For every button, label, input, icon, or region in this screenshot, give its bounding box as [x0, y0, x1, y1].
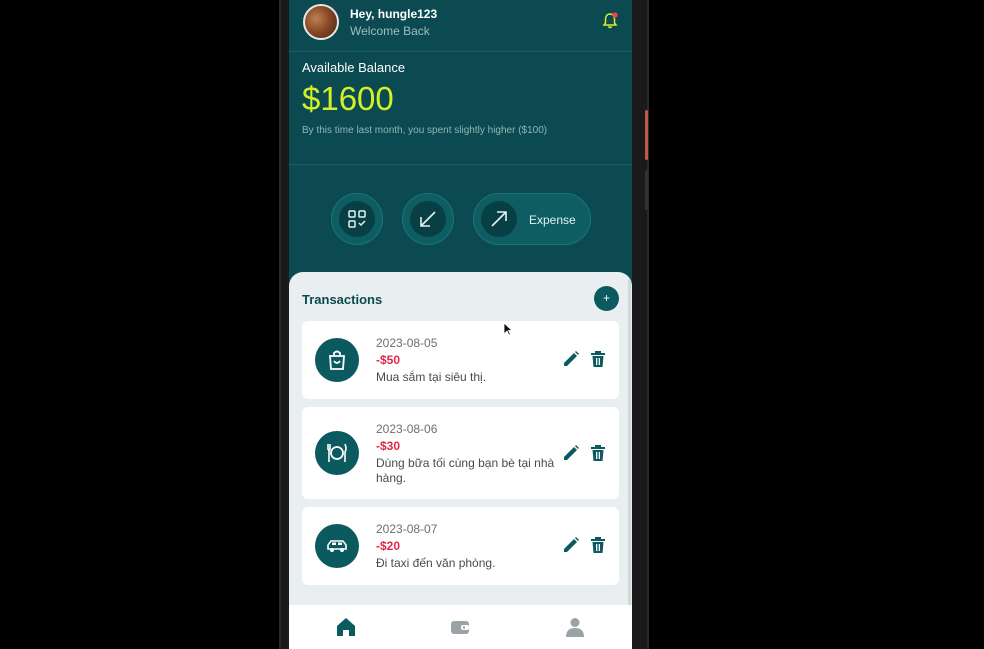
scan-button[interactable] [331, 193, 383, 245]
arrow-up-right-icon [491, 211, 507, 227]
transaction-amount: -$20 [376, 539, 401, 553]
trash-icon[interactable] [589, 350, 607, 368]
add-transaction-button[interactable]: + [594, 286, 619, 311]
transaction-amount: -$30 [376, 439, 401, 453]
welcome-text: Welcome Back [350, 24, 430, 38]
transaction-card[interactable]: 2023-08-05 -$50 Mua sắm tại siêu thị. [302, 321, 619, 399]
pencil-icon[interactable] [562, 350, 580, 368]
trash-icon[interactable] [589, 536, 607, 554]
transaction-date: 2023-08-05 [376, 336, 438, 350]
qr-scan-icon [348, 210, 366, 228]
taxi-car-icon [315, 524, 359, 568]
avatar[interactable] [303, 4, 339, 40]
scan-button-inner [339, 201, 375, 237]
shopping-bag-icon [315, 338, 359, 382]
balance-label: Available Balance [302, 60, 406, 75]
arrow-down-left-icon [420, 211, 436, 227]
expense-button[interactable]: Expense [473, 193, 591, 245]
expense-label: Expense [529, 213, 576, 227]
profile-icon[interactable] [564, 616, 586, 638]
transaction-amount: -$50 [376, 353, 401, 367]
app-screen: Hey, hungle123 Welcome Back Available Ba… [289, 0, 632, 649]
phone-side-button-2 [645, 170, 648, 210]
pencil-icon[interactable] [562, 444, 580, 462]
transaction-card[interactable]: 2023-08-06 -$30 Dùng bữa tối cùng bạn bè… [302, 407, 619, 499]
transaction-card[interactable]: 2023-08-07 -$20 Đi taxi đến văn phòng. [302, 507, 619, 585]
expense-button-inner [481, 201, 517, 237]
mouse-cursor [503, 322, 514, 336]
transaction-description: Đi taxi đến văn phòng. [376, 556, 496, 570]
bell-icon[interactable] [601, 12, 619, 30]
pencil-icon[interactable] [562, 536, 580, 554]
transaction-date: 2023-08-07 [376, 522, 438, 536]
trash-icon[interactable] [589, 444, 607, 462]
transaction-date: 2023-08-06 [376, 422, 438, 436]
scrollbar[interactable] [628, 280, 631, 605]
bottom-nav [289, 605, 632, 649]
dining-plate-icon [315, 431, 359, 475]
phone-side-button [645, 110, 648, 160]
wallet-icon[interactable] [449, 616, 471, 638]
balance-divider [289, 164, 632, 165]
balance-amount: $1600 [302, 80, 394, 117]
transaction-description: Dùng bữa tối cùng bạn bè tại nhà hàng. [376, 456, 555, 485]
header: Hey, hungle123 Welcome Back [289, 0, 632, 48]
header-divider [289, 51, 632, 52]
transactions-title: Transactions [302, 292, 383, 307]
income-button[interactable] [402, 193, 454, 245]
transaction-description: Mua sắm tại siêu thị. [376, 370, 487, 384]
balance-note: By this time last month, you spent sligh… [302, 125, 548, 136]
home-icon[interactable] [335, 616, 357, 638]
greeting-text: Hey, hungle123 [350, 7, 438, 21]
transactions-panel: Transactions + 2023-08-05 -$50 Mua sắm t… [289, 272, 632, 605]
income-button-inner [410, 201, 446, 237]
